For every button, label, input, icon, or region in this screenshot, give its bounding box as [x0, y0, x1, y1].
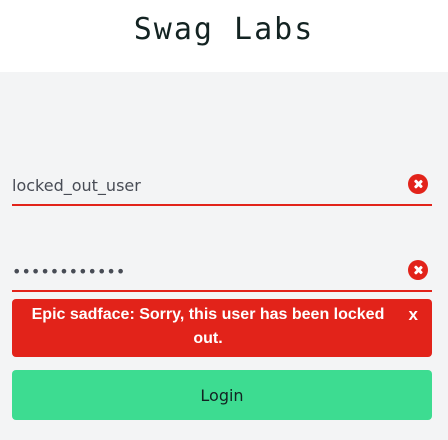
username-input[interactable]: [12, 166, 392, 204]
error-close-button[interactable]: x: [409, 305, 418, 325]
circle-x-icon: [408, 174, 428, 194]
header: Swag Labs: [0, 0, 448, 72]
error-message: Epic sadface: Sorry, this user has been …: [31, 306, 385, 347]
password-input[interactable]: [12, 252, 392, 290]
error-message-container: Epic sadface: Sorry, this user has been …: [12, 299, 432, 357]
password-field: [12, 252, 432, 292]
circle-x-icon: [408, 260, 428, 280]
login-button[interactable]: Login: [12, 370, 432, 420]
app-logo: Swag Labs: [133, 12, 315, 47]
username-field: [12, 166, 432, 206]
